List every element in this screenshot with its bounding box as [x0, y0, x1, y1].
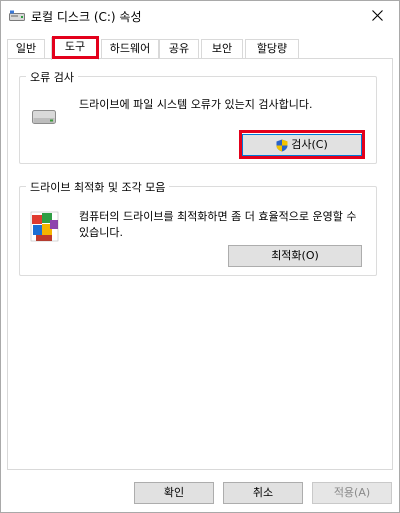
- close-icon: [372, 10, 383, 21]
- close-button[interactable]: [357, 1, 399, 31]
- error-check-description: 드라이브에 파일 시스템 오류가 있는지 검사합니다.: [79, 98, 313, 111]
- check-button[interactable]: 검사(C): [242, 134, 362, 156]
- cancel-button[interactable]: 취소: [223, 482, 303, 504]
- optimize-button[interactable]: 최적화(O): [228, 245, 362, 267]
- tab-security[interactable]: 보안: [201, 39, 243, 59]
- tab-hardware[interactable]: 하드웨어: [101, 39, 159, 59]
- tab-general[interactable]: 일반: [7, 39, 45, 59]
- window-title: 로컬 디스크 (C:) 속성: [31, 10, 142, 24]
- hard-drive-icon: [32, 110, 56, 127]
- properties-window: 로컬 디스크 (C:) 속성 일반 도구 하드웨어 공유 보안 할당량 오류 검…: [0, 0, 400, 513]
- optimize-description: 컴퓨터의 드라이브를 최적화하면 좀 더 효율적으로 운영할 수 있습니다.: [79, 210, 357, 239]
- tab-tools[interactable]: 도구: [51, 37, 99, 60]
- uac-shield-icon: [276, 139, 288, 151]
- tab-strip: 일반 도구 하드웨어 공유 보안 할당량: [7, 37, 395, 60]
- optimize-title: 드라이브 최적화 및 조각 모음: [26, 179, 170, 195]
- tab-sharing[interactable]: 공유: [159, 39, 199, 59]
- drive-icon: [9, 10, 25, 22]
- error-check-title: 오류 검사: [26, 69, 78, 85]
- apply-button[interactable]: 적용(A): [312, 482, 392, 504]
- error-check-group: 오류 검사 드라이브에 파일 시스템 오류가 있는지 검사합니다. 검사(C): [19, 69, 377, 164]
- tools-panel: 오류 검사 드라이브에 파일 시스템 오류가 있는지 검사합니다. 검사(C): [7, 58, 393, 470]
- ok-button[interactable]: 확인: [134, 482, 214, 504]
- defrag-icon: [30, 211, 60, 246]
- title-bar[interactable]: 로컬 디스크 (C:) 속성: [1, 1, 399, 31]
- tab-quota[interactable]: 할당량: [245, 39, 299, 59]
- optimize-group: 드라이브 최적화 및 조각 모음 컴퓨터의 드라이브를 최적화하면 좀 더 효율…: [19, 179, 377, 276]
